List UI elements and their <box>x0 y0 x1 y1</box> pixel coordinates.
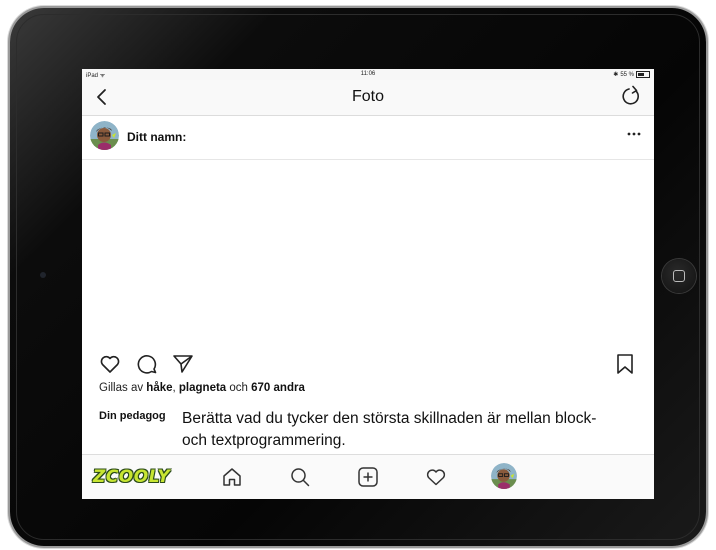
battery-percent: 55 % <box>620 71 634 78</box>
tablet-frame: iPad ᯤ 11:06 ✱ 55 % Foto Ditt namn: Gill… <box>10 8 706 546</box>
page-title: Foto <box>351 88 384 105</box>
caption-text: Berätta vad du tycker den största skilln… <box>182 410 597 449</box>
brand-logo[interactable]: ZCOOLY <box>93 467 170 487</box>
heart-icon[interactable] <box>98 352 122 376</box>
post-header: Ditt namn: <box>82 116 654 160</box>
post-photo[interactable] <box>82 160 654 350</box>
more-horizontal-icon[interactable] <box>626 128 642 140</box>
avatar[interactable] <box>90 121 119 150</box>
add-icon[interactable] <box>356 465 380 489</box>
post-username[interactable]: Ditt namn: <box>127 130 186 144</box>
share-icon[interactable] <box>171 352 195 376</box>
caption-username[interactable]: Din pedagog <box>99 410 166 422</box>
likes-summary: Gillas av håke, plagneta och 670 andra <box>99 382 305 394</box>
bookmark-icon[interactable] <box>613 352 637 376</box>
status-time: 11:06 <box>360 71 376 77</box>
post-actions <box>82 352 654 380</box>
battery-icon <box>636 71 650 78</box>
home-button[interactable] <box>662 259 696 293</box>
refresh-icon[interactable] <box>620 85 642 107</box>
liker-link[interactable]: plagneta <box>179 382 226 394</box>
nav-bar: Foto <box>82 80 654 116</box>
tab-bar: ZCOOLY <box>82 454 654 499</box>
profile-avatar[interactable] <box>491 463 517 489</box>
likes-prefix: Gillas av <box>99 382 147 394</box>
likes-others-link[interactable]: 670 andra <box>251 382 305 394</box>
search-icon[interactable] <box>288 465 312 489</box>
comment-icon[interactable] <box>135 352 159 376</box>
profile-avatar-image <box>491 463 517 489</box>
avatar-image <box>90 121 119 150</box>
status-right: ✱ 55 % <box>613 71 650 78</box>
status-bar: iPad ᯤ 11:06 ✱ 55 % <box>82 69 654 80</box>
app-screen: iPad ᯤ 11:06 ✱ 55 % Foto Ditt namn: Gill… <box>82 69 654 499</box>
heart-icon[interactable] <box>424 465 448 489</box>
front-camera <box>40 272 46 278</box>
likes-separator: och <box>226 382 252 394</box>
bluetooth-icon: ✱ <box>613 72 619 78</box>
liker-link[interactable]: håke <box>146 382 172 394</box>
home-icon[interactable] <box>220 465 244 489</box>
